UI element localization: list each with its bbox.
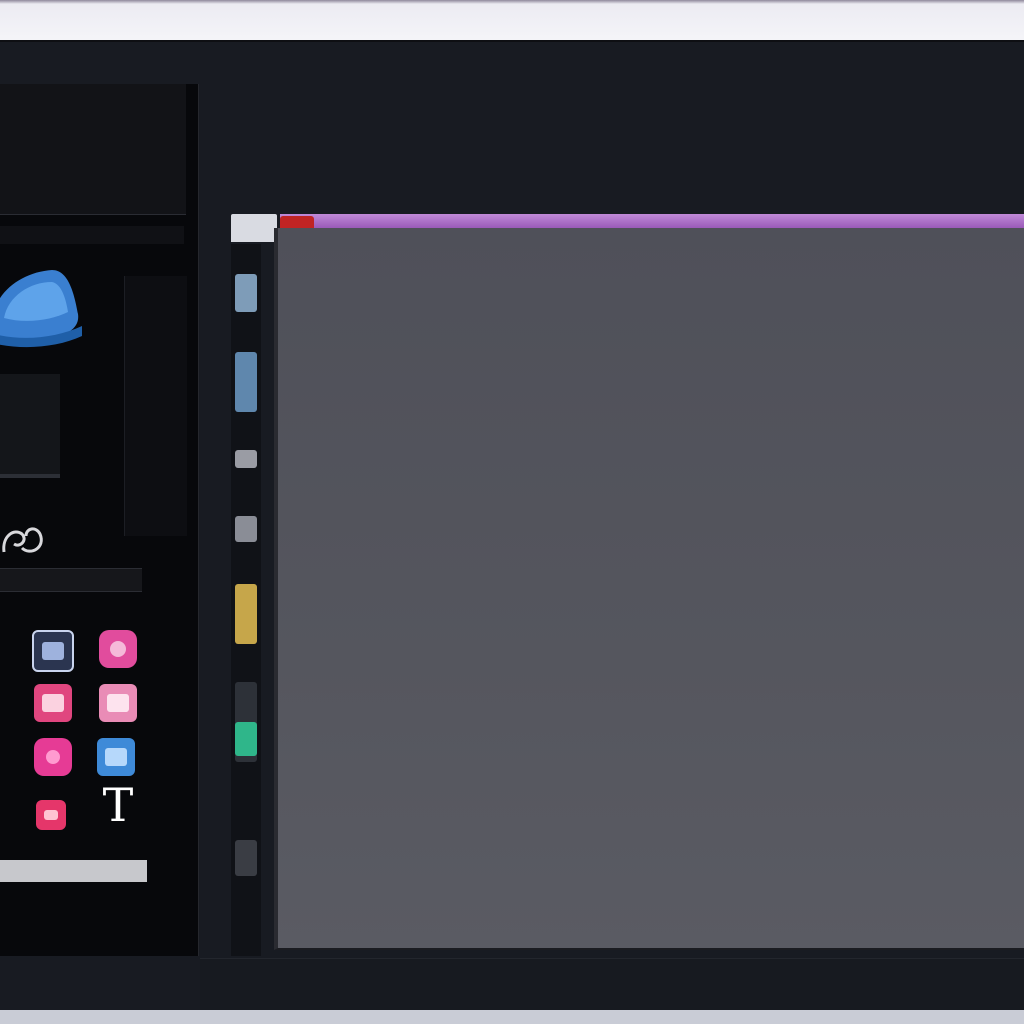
left-panel-header <box>0 84 186 215</box>
left-tool-panel: T <box>0 84 199 956</box>
swirl-icon[interactable] <box>0 512 48 564</box>
main-canvas[interactable] <box>274 228 1024 950</box>
thumbnail-5[interactable] <box>235 584 257 644</box>
thumbnail-2[interactable] <box>235 352 257 412</box>
small-tool-icon[interactable] <box>36 800 66 830</box>
grid-tool-icon[interactable] <box>97 738 135 776</box>
left-status-bar <box>0 860 147 882</box>
panel-tool-icon[interactable] <box>99 684 137 722</box>
app-window: T <box>0 0 1024 1024</box>
thumbnail-strip <box>231 244 261 956</box>
frame-tool-icon[interactable] <box>34 684 72 722</box>
bottom-strip <box>0 1010 1024 1024</box>
thumbnail-1[interactable] <box>235 274 257 312</box>
hat-preview-icon[interactable] <box>0 252 82 356</box>
canvas-top-bar <box>280 214 1024 228</box>
text-tool-icon[interactable]: T <box>102 780 134 830</box>
title-bar <box>0 0 1024 42</box>
thumbnail-3[interactable] <box>235 450 257 468</box>
bottom-bar <box>200 958 1024 1011</box>
tools-divider <box>0 568 142 592</box>
thumbnail-7[interactable] <box>235 722 257 756</box>
thumbnail-8[interactable] <box>235 840 257 876</box>
side-column <box>124 276 187 536</box>
thumbnail-tab[interactable] <box>231 214 277 242</box>
image-tool-icon[interactable] <box>32 630 74 672</box>
circle-tool-icon[interactable] <box>99 630 137 668</box>
left-panel-subbar <box>0 226 184 244</box>
layer-thumbnail[interactable] <box>0 374 60 478</box>
record-tool-icon[interactable] <box>34 738 72 776</box>
thumbnail-4[interactable] <box>235 516 257 542</box>
